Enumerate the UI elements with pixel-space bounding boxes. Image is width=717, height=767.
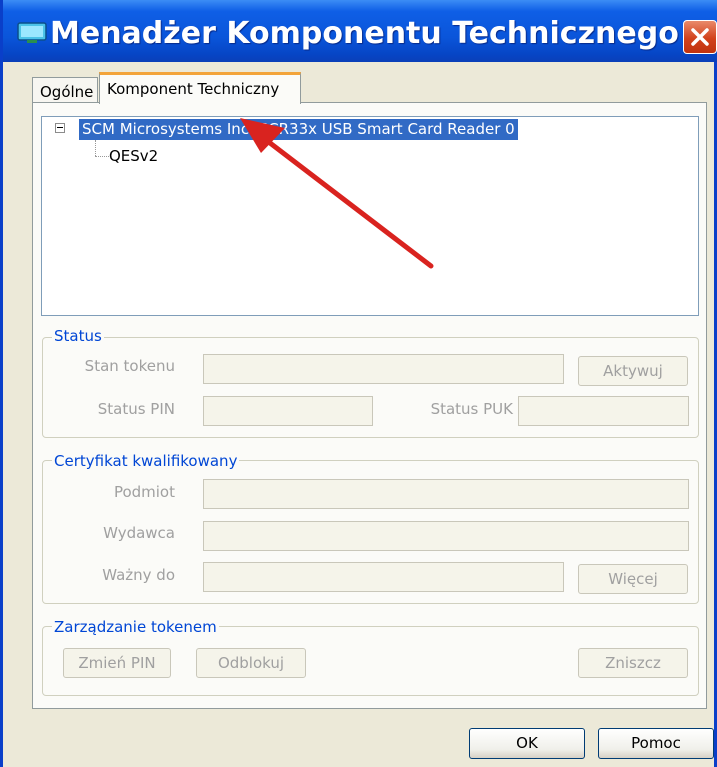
valid-to-label: Ważny do <box>102 566 175 584</box>
subject-field[interactable] <box>203 479 689 509</box>
subject-label: Podmiot <box>113 483 175 501</box>
token-state-label: Stan tokenu <box>84 357 175 375</box>
issuer-field[interactable] <box>203 521 689 551</box>
tab-technical-component[interactable]: Komponent Techniczny <box>99 72 301 104</box>
puk-status-label: Status PUK <box>430 400 513 418</box>
change-pin-button[interactable]: Zmień PIN <box>63 648 171 678</box>
certificate-legend: Certyfikat kwalifikowany <box>52 452 240 470</box>
pin-status-field[interactable] <box>203 396 373 426</box>
pin-status-label: Status PIN <box>97 400 175 418</box>
tree-node-card-reader[interactable]: SCM Microsystems Inc. SCR33x USB Smart C… <box>79 119 518 140</box>
dialog-window: Menadżer Komponentu Technicznego Ogólne … <box>0 0 717 767</box>
status-legend: Status <box>52 327 104 345</box>
puk-status-field[interactable] <box>518 396 689 426</box>
help-button[interactable]: Pomoc <box>598 728 714 759</box>
token-state-field[interactable] <box>203 354 564 384</box>
valid-to-field[interactable] <box>203 562 564 592</box>
token-management-legend: Zarządzanie tokenem <box>52 618 219 636</box>
tree-node-qesv2[interactable]: QESv2 <box>109 147 158 165</box>
tab-general[interactable]: Ogólne <box>32 77 98 104</box>
device-tree[interactable] <box>41 116 699 316</box>
destroy-button[interactable]: Zniszcz <box>578 648 688 678</box>
collapse-toggle-icon[interactable] <box>55 123 65 133</box>
activate-button[interactable]: Aktywuj <box>578 356 688 386</box>
close-button[interactable] <box>683 20 717 54</box>
monitor-icon <box>17 22 47 43</box>
tab-general-label: Ogólne <box>40 83 94 101</box>
unblock-button[interactable]: Odblokuj <box>196 648 306 678</box>
window-title: Menadżer Komponentu Technicznego <box>50 16 679 51</box>
tree-connector <box>95 140 96 156</box>
more-button[interactable]: Więcej <box>578 564 688 594</box>
tree-connector-branch <box>95 156 109 157</box>
issuer-label: Wydawca <box>103 524 175 542</box>
tab-technical-component-label: Komponent Techniczny <box>107 80 280 98</box>
close-icon <box>691 28 709 46</box>
ok-button[interactable]: OK <box>469 728 585 759</box>
title-bar[interactable]: Menadżer Komponentu Technicznego <box>3 0 717 62</box>
